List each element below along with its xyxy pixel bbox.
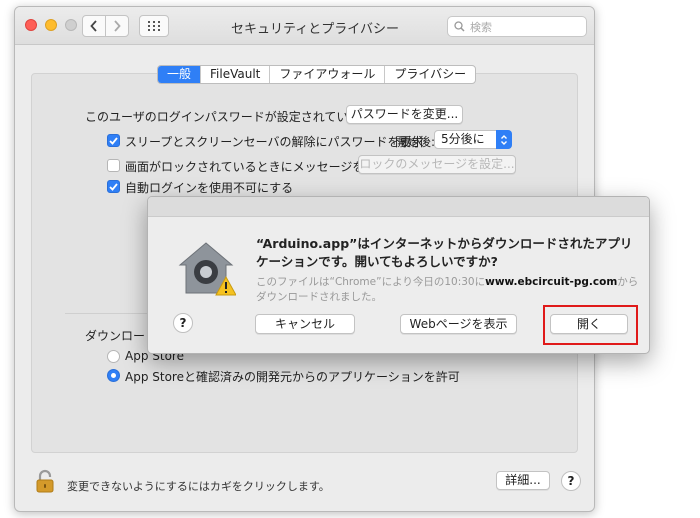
forward-button[interactable] (105, 15, 129, 37)
dialog-help-button[interactable]: ? (173, 313, 193, 333)
cancel-button[interactable]: キャンセル (255, 314, 355, 334)
change-password-button[interactable]: パスワードを変更... (346, 105, 463, 124)
close-window-button[interactable] (25, 19, 37, 31)
app-store-identified-radio-label: App Storeと確認済みの開発元からのアプリケーションを許可 (125, 370, 460, 384)
tab-privacy[interactable]: プライバシー (384, 66, 475, 83)
zoom-window-button[interactable] (65, 19, 77, 31)
open-button-highlight (543, 305, 638, 345)
disable-autologin-label: 自動ログインを使用不可にする (125, 181, 294, 195)
gatekeeper-warning-icon (176, 239, 237, 300)
window-title: セキュリティとプライバシー (231, 22, 399, 37)
chevron-left-icon (90, 20, 97, 32)
show-all-button[interactable] (139, 15, 169, 37)
app-store-identified-radio[interactable] (107, 369, 120, 382)
require-password-label: スリープとスクリーンセーバの解除にパスワードを要求 (125, 135, 424, 149)
require-password-checkbox[interactable] (107, 134, 120, 147)
search-placeholder: 検索 (470, 20, 492, 34)
search-icon (454, 21, 465, 32)
chevron-right-icon (114, 20, 121, 32)
select-stepper (496, 130, 512, 149)
dialog-title-strip (148, 197, 649, 217)
tab-general[interactable]: 一般 (158, 66, 201, 83)
back-button[interactable] (82, 15, 106, 37)
dialog-info-site: www.ebcircuit-pg.com (485, 276, 618, 288)
start-after-select[interactable]: 5分後に (434, 130, 512, 149)
dialog-informative-text: このファイルは“Chrome”により今日の10:30にwww.ebcircuit… (256, 275, 646, 305)
password-status-label: このユーザのログインパスワードが設定されています (85, 110, 373, 124)
app-store-radio[interactable] (107, 350, 120, 363)
checkmark-icon (109, 136, 118, 145)
tab-firewall[interactable]: ファイアウォール (269, 66, 384, 83)
minimize-window-button[interactable] (45, 19, 57, 31)
lock-instruction-text: 変更できないようにするにはカギをクリックします。 (67, 480, 330, 493)
help-button[interactable]: ? (561, 471, 581, 491)
set-lock-message-button[interactable]: ロックのメッセージを設定... (358, 155, 516, 174)
show-message-checkbox[interactable] (107, 159, 120, 172)
show-webpage-button[interactable]: Webページを表示 (400, 314, 517, 334)
search-field[interactable]: 検索 (447, 16, 587, 37)
show-message-label: 画面がロックされているときにメッセージを表示 (125, 160, 389, 174)
title-bar: セキュリティとプライバシー 検索 (15, 7, 594, 45)
advanced-button[interactable]: 詳細... (496, 471, 550, 490)
disable-autologin-checkbox[interactable] (107, 180, 120, 193)
dialog-message: “Arduino.app”はインターネットからダウンロードされたアプリケーション… (256, 236, 633, 269)
start-after-value: 5分後に (441, 132, 485, 146)
lock-icon[interactable] (35, 469, 55, 496)
grid-icon (148, 21, 160, 31)
tab-filevault[interactable]: FileVault (200, 66, 269, 83)
dialog-info-prefix: このファイルは“Chrome”により今日の10:30に (256, 276, 486, 288)
updown-chevron-icon (501, 134, 507, 145)
tab-bar: 一般 FileVault ファイアウォール プライバシー (157, 65, 477, 84)
checkmark-icon (109, 182, 118, 191)
start-after-label: 開始後: (395, 135, 436, 149)
